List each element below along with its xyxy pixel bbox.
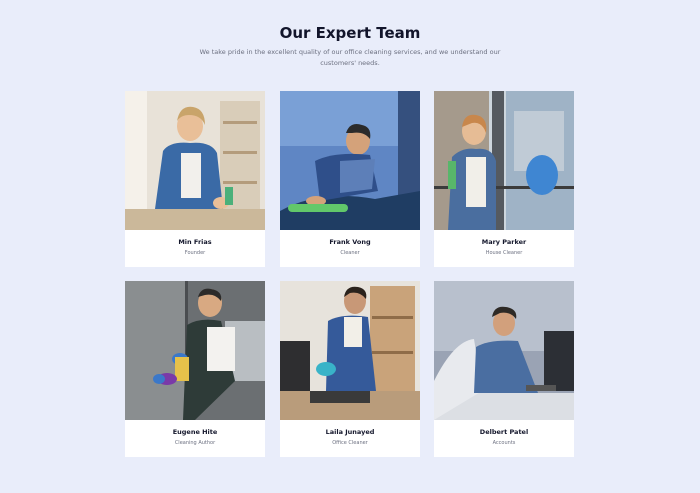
team-card-2[interactable]: Frank Vong Cleaner	[280, 91, 420, 267]
team-photo-2	[280, 91, 420, 230]
team-member-role: Cleaner	[340, 250, 360, 256]
team-card-5[interactable]: Laila Junayed Office Cleaner	[280, 281, 420, 457]
team-member-role: Accounts	[492, 440, 516, 446]
team-photo-6	[434, 281, 574, 420]
team-photo-1	[125, 91, 265, 230]
section-title: Our Expert Team	[279, 24, 421, 42]
team-member-name: Frank Vong	[329, 238, 371, 246]
team-card-4[interactable]: Eugene Hite Cleaning Author	[125, 281, 265, 457]
team-member-role: Office Cleaner	[332, 440, 368, 446]
team-photo-5	[280, 281, 420, 420]
team-card-6[interactable]: Delbert Patel Accounts	[434, 281, 574, 457]
team-member-name: Laila Junayed	[325, 428, 375, 436]
team-photo-3	[434, 91, 574, 230]
team-member-name: Min Frias	[178, 238, 212, 246]
team-card-1[interactable]: Min Frias Founder	[125, 91, 265, 267]
team-member-name: Eugene Hite	[172, 428, 218, 436]
team-member-role: House Cleaner	[485, 250, 523, 256]
team-photo-4	[125, 281, 265, 420]
section-subtitle: We take pride in the excellent quality o…	[199, 48, 501, 67]
team-member-role: Cleaning Author	[174, 440, 216, 446]
team-member-name: Mary Parker	[481, 238, 527, 246]
team-member-name: Delbert Patel	[479, 428, 529, 436]
team-member-role: Founder	[184, 250, 206, 256]
team-card-3[interactable]: Mary Parker House Cleaner	[434, 91, 574, 267]
